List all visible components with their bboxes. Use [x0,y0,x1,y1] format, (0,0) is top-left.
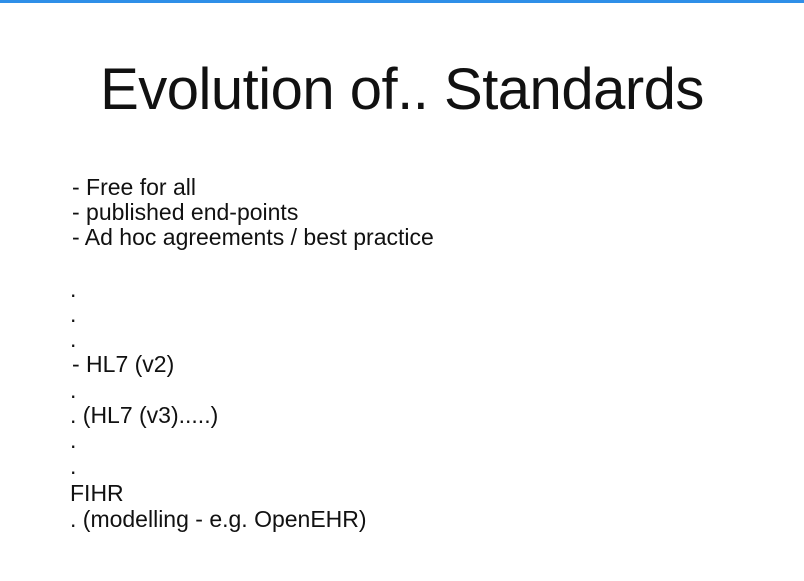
ellipsis-dot: . [70,453,77,479]
bullet-ad-hoc-agreements: - Ad hoc agreements / best practice [72,224,434,250]
bullet-modelling-openehr: . (modelling - e.g. OpenEHR) [70,506,367,532]
slide-canvas: Evolution of.. Standards - Free for all … [0,3,804,581]
slide-body: - Free for all - published end-points - … [0,3,804,581]
bullet-hl7-v2: - HL7 (v2) [72,351,175,377]
ellipsis-dot: . [70,377,77,403]
bullet-published-end-points: - published end-points [72,199,299,225]
ellipsis-dot: . [70,427,77,453]
line-fihr: FIHR [70,480,124,506]
ellipsis-dot: . [70,301,77,327]
ellipsis-dot: . [70,276,77,302]
bullet-free-for-all: - Free for all [72,174,196,200]
ellipsis-dot: . [70,326,77,352]
bullet-hl7-v3: . (HL7 (v3).....) [70,402,219,428]
